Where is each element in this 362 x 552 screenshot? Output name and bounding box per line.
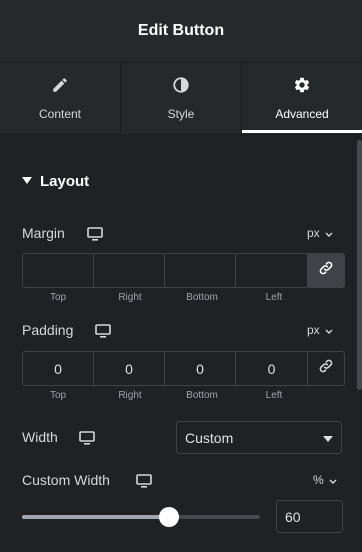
padding-label: Padding [22,322,74,338]
margin-link-button[interactable] [308,254,344,287]
margin-top-label: Top [49,292,67,303]
panel-title: Edit Button [137,22,225,39]
caret-down-icon [22,172,32,190]
margin-left-input[interactable] [236,254,308,287]
custom-width-unit-select[interactable]: % [313,473,337,487]
margin-unit-select[interactable]: px [307,226,333,240]
padding-bottom-input[interactable]: 0 [165,352,236,385]
gear-icon [293,76,311,99]
custom-width-label: Custom Width [22,472,110,488]
margin-left-label: Left [265,292,283,303]
margin-bottom-label: Bottom [186,292,218,303]
margin-right-label: Right [118,292,142,303]
caret-down-icon [323,429,333,447]
padding-left-label: Left [265,390,283,401]
tab-advanced-label: Advanced [275,106,329,121]
tab-content-label: Content [38,106,82,121]
margin-unit: px [307,226,320,240]
margin-inputs [22,253,345,288]
tab-style[interactable]: Style [121,63,242,133]
padding-inputs: 0 0 0 0 [22,351,345,386]
padding-unit: px [307,323,320,337]
margin-bottom-input[interactable] [165,254,236,287]
panel-header: Edit Button [0,0,362,63]
tab-style-label: Style [167,106,195,121]
link-icon [318,358,334,379]
tab-advanced[interactable]: Advanced [242,63,362,133]
custom-width-input[interactable] [276,500,343,533]
link-icon [318,260,334,281]
section-title: Layout [40,172,90,190]
slider-thumb[interactable] [158,507,179,527]
monitor-icon[interactable] [87,227,103,241]
padding-left-input[interactable]: 0 [236,352,308,385]
custom-width-unit: % [313,473,324,487]
padding-unit-select[interactable]: px [307,323,333,337]
width-select[interactable]: Custom [176,421,342,454]
margin-top-input[interactable] [23,254,94,287]
monitor-icon[interactable] [79,431,95,445]
margin-label: Margin [22,225,65,241]
chevron-down-icon [329,473,337,487]
padding-top-label: Top [49,390,67,401]
padding-top-input[interactable]: 0 [23,352,94,385]
padding-sublabels: Top Right Bottom Left [22,390,310,401]
width-select-value: Custom [185,429,234,446]
padding-bottom-label: Bottom [186,390,218,401]
chevron-down-icon [325,323,333,337]
scrollbar[interactable] [357,140,362,390]
padding-right-label: Right [118,390,142,401]
pencil-icon [51,76,69,99]
monitor-icon[interactable] [136,474,152,488]
width-label: Width [22,429,58,445]
chevron-down-icon [325,226,333,240]
settings-panel [0,134,362,552]
tab-bar: Content Style Advanced [0,63,362,133]
contrast-icon [172,76,190,99]
monitor-icon[interactable] [95,324,111,338]
section-toggle-layout[interactable]: Layout [22,172,89,190]
margin-sublabels: Top Right Bottom Left [22,292,310,303]
padding-link-button[interactable] [308,352,344,385]
tab-content[interactable]: Content [0,63,121,133]
custom-width-slider[interactable] [22,507,260,527]
margin-right-input[interactable] [94,254,165,287]
slider-fill [22,515,165,519]
padding-right-input[interactable]: 0 [94,352,165,385]
